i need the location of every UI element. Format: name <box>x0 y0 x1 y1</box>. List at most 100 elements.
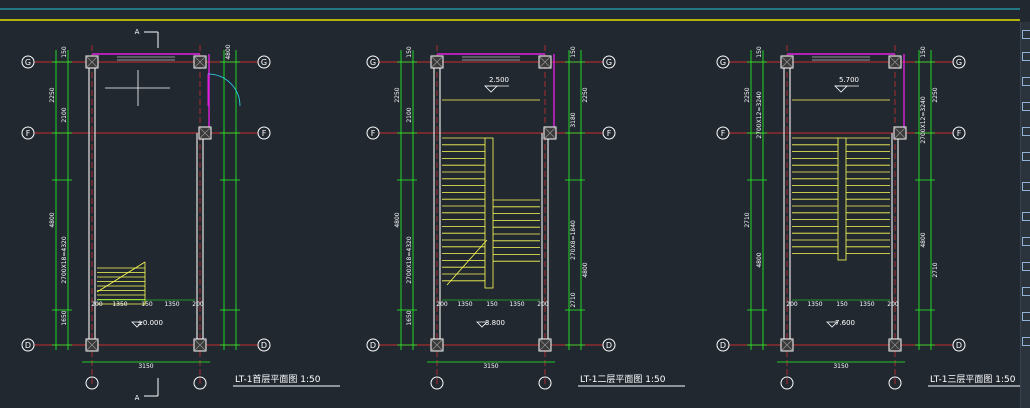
toolbar-icon-8[interactable] <box>1022 212 1030 221</box>
dim-text-left: 2250 <box>744 87 751 102</box>
dim-text-left: 4800 <box>756 252 763 267</box>
column <box>198 126 212 140</box>
grid-bubble-mid-left-label: F <box>371 129 376 138</box>
toolbar-icon-4[interactable] <box>1022 102 1030 111</box>
column <box>888 338 902 352</box>
grid-bubble-top-right-label: G <box>956 58 962 67</box>
grid-bubble-top-left-label: G <box>370 58 376 67</box>
dim-text-right: 4800 <box>920 232 927 247</box>
grid-bubble-top-left-label: G <box>25 58 31 67</box>
dim-text-left: 1650 <box>406 310 413 325</box>
dim-text-right: 150 <box>570 46 577 58</box>
dim-text-bottom: 1350 <box>164 301 179 308</box>
grid-bubble-top-right-label: G <box>606 58 612 67</box>
grid-bubble-mid-right-label: F <box>957 129 962 138</box>
column <box>85 55 99 69</box>
dim-text-right: 2250 <box>932 87 939 102</box>
grid-bubble-mid-left-label: F <box>26 129 31 138</box>
column <box>193 338 207 352</box>
dim-text-bottom: 1350 <box>807 301 822 308</box>
toolbar-icon-12[interactable] <box>1022 312 1030 321</box>
grid-bubble-mid-left-label: F <box>721 129 726 138</box>
grid-bubble-top-left-label: G <box>720 58 726 67</box>
dim-text-bottom: 200 <box>91 301 103 308</box>
dim-text-bottom: 1350 <box>457 301 472 308</box>
dim-text-right: 4800 <box>582 262 589 277</box>
column <box>780 338 794 352</box>
level-top-text: 5.700 <box>839 76 859 84</box>
cad-drawing-canvas[interactable]: G G F F D D 150 2250 2100 2700X18=4320 4800 1650 480… <box>0 0 1030 408</box>
dim-text-width: 3150 <box>833 363 848 370</box>
plan-title: LT-1首层平面图 1:50 <box>235 373 321 385</box>
dim-text-right: 4800 <box>225 44 232 59</box>
dim-text-left: 2700X18=4320 <box>61 236 68 283</box>
dim-text-left: 1650 <box>61 310 68 325</box>
grid-bubble-mid-right-label: F <box>262 129 267 138</box>
column <box>85 338 99 352</box>
toolbar-icon-5[interactable] <box>1022 127 1030 136</box>
grid-bubble-bot-left-label: D <box>25 341 31 350</box>
toolbar-icon-13[interactable] <box>1022 337 1030 346</box>
toolbar-icon-10[interactable] <box>1022 262 1030 271</box>
dim-text-right: 150 <box>920 46 927 58</box>
dim-text-bottom: 1350 <box>112 301 127 308</box>
grid-bubble-bot-left-label: D <box>370 341 376 350</box>
dim-text-left: 2250 <box>394 87 401 102</box>
toolbar-icon-11[interactable] <box>1022 287 1030 296</box>
section-label-top: A <box>135 28 140 36</box>
dim-text-right: 2250 <box>582 87 589 102</box>
dim-text-left: 150 <box>61 46 68 58</box>
level-text: ±0.000 <box>137 319 163 327</box>
plan-title: LT-1二层平面图 1:50 <box>580 374 666 385</box>
dim-text-width: 3150 <box>138 363 153 370</box>
column <box>430 55 444 69</box>
section-label-bottom: A <box>135 394 140 402</box>
column <box>538 55 552 69</box>
toolbar-icon-2[interactable] <box>1022 52 1030 61</box>
toolbar-icon-1[interactable] <box>1022 30 1030 39</box>
column <box>543 126 557 140</box>
dim-text-bottom: 1350 <box>509 301 524 308</box>
grid-bubble-bot-left-label: D <box>720 341 726 350</box>
grid-bubble-top-right-label: G <box>261 58 267 67</box>
column <box>193 55 207 69</box>
toolbar-icon-9[interactable] <box>1022 237 1030 246</box>
dim-text-left: 2250 <box>49 87 56 102</box>
grid-bubble-bot-right-label: D <box>606 341 612 350</box>
dim-text-bottom: 150 <box>836 301 848 308</box>
grid-bubble-bot-right-label: D <box>956 341 962 350</box>
column <box>893 126 907 140</box>
level-text: 7.600 <box>835 319 855 327</box>
dim-text-left: 2700X12=3240 <box>756 91 763 138</box>
column <box>780 55 794 69</box>
grid-bubble-mid-right-label: F <box>607 129 612 138</box>
column <box>888 55 902 69</box>
dim-text-bottom: 200 <box>436 301 448 308</box>
dim-text-left: 2100 <box>61 107 68 122</box>
dim-text-right: 270X8=1840 <box>570 220 577 260</box>
toolbar-icon-7[interactable] <box>1022 182 1030 191</box>
dim-text-left: 150 <box>406 46 413 58</box>
dim-text-right: 3180 <box>570 112 577 127</box>
dim-text-bottom: 200 <box>537 301 549 308</box>
dim-text-right: 2700X12=3240 <box>920 96 927 143</box>
toolbar-icon-3[interactable] <box>1022 77 1030 86</box>
dim-text-bottom: 200 <box>786 301 798 308</box>
dim-text-bottom: 150 <box>486 301 498 308</box>
dim-text-right: 2710 <box>570 292 577 307</box>
cad-toolbar[interactable] <box>1020 22 1030 408</box>
level-top-text: 2.500 <box>489 76 509 84</box>
dim-text-bottom: 200 <box>887 301 899 308</box>
dim-text-left: 4800 <box>394 212 401 227</box>
dim-text-left: 150 <box>756 46 763 58</box>
dim-text-bottom: 200 <box>192 301 204 308</box>
dim-text-bottom: 1350 <box>859 301 874 308</box>
column <box>538 338 552 352</box>
dim-text-right: 2710 <box>932 262 939 277</box>
grid-bubble-bot-right-label: D <box>261 341 267 350</box>
plan-title: LT-1三层平面图 1:50 <box>930 374 1016 385</box>
dim-text-left: 2700X18=4320 <box>406 236 413 283</box>
dim-text-left: 2710 <box>744 212 751 227</box>
toolbar-icon-6[interactable] <box>1022 152 1030 161</box>
dim-text-bottom: 150 <box>141 301 153 308</box>
